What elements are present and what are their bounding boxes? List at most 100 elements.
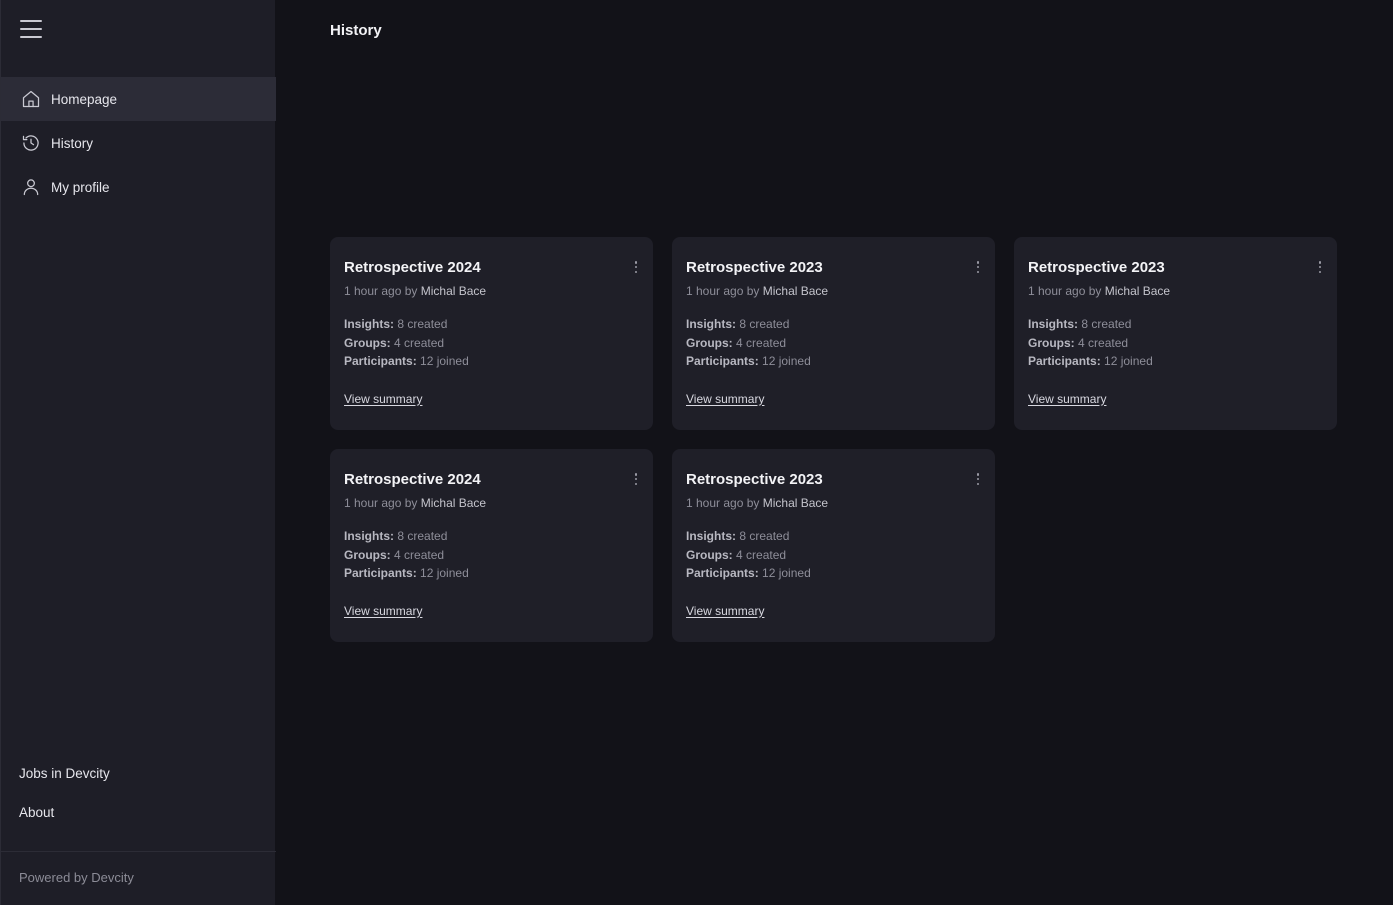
hamburger-menu-icon[interactable] bbox=[20, 19, 42, 39]
home-icon bbox=[20, 88, 42, 110]
card-author: Michal Bace bbox=[420, 496, 487, 510]
stat-value: 4 created bbox=[394, 547, 445, 562]
participants-stat: Participants: 12 joined bbox=[344, 352, 639, 371]
retrospective-card: Retrospective 2023 1 hour ago by Michal … bbox=[1014, 237, 1337, 430]
card-meta: 1 hour ago by Michal Bace bbox=[1028, 283, 1323, 299]
card-title: Retrospective 2024 bbox=[344, 471, 481, 488]
card-stats: Insights: 8 created Groups: 4 created Pa… bbox=[344, 527, 639, 583]
card-author: Michal Bace bbox=[762, 496, 829, 510]
card-title: Retrospective 2024 bbox=[344, 259, 481, 276]
stat-value: 12 joined bbox=[420, 566, 469, 580]
stat-label: Participants: bbox=[344, 566, 417, 580]
card-time: 1 hour ago by bbox=[344, 284, 418, 298]
stat-label: Insights: bbox=[686, 529, 736, 543]
stat-value: 12 joined bbox=[1104, 354, 1153, 368]
stat-label: Participants: bbox=[1028, 354, 1101, 368]
card-title: Retrospective 2023 bbox=[686, 259, 823, 276]
app-root: Homepage History My profile Jobs in Devc… bbox=[0, 0, 1393, 905]
groups-stat: Groups: 4 created bbox=[344, 334, 639, 353]
stat-label: Insights: bbox=[1028, 317, 1078, 331]
card-stats: Insights: 8 created Groups: 4 created Pa… bbox=[1028, 315, 1323, 371]
stat-label: Insights: bbox=[344, 317, 394, 331]
card-title: Retrospective 2023 bbox=[686, 471, 823, 488]
participants-stat: Participants: 12 joined bbox=[686, 352, 981, 371]
stat-value: 8 created bbox=[739, 529, 790, 543]
stat-value: 4 created bbox=[394, 335, 445, 350]
view-summary-link[interactable]: View summary bbox=[686, 604, 764, 618]
stat-value: 4 created bbox=[736, 547, 787, 562]
sidebar-item-label: History bbox=[51, 135, 94, 151]
stat-value: 12 joined bbox=[420, 354, 469, 368]
stat-label: Groups: bbox=[686, 547, 733, 562]
stat-label: Groups: bbox=[1028, 335, 1075, 350]
more-options-icon[interactable] bbox=[973, 471, 983, 487]
more-options-icon[interactable] bbox=[631, 471, 641, 487]
card-stats: Insights: 8 created Groups: 4 created Pa… bbox=[344, 315, 639, 371]
retrospective-card: Retrospective 2023 1 hour ago by Michal … bbox=[672, 237, 995, 430]
view-summary-link[interactable]: View summary bbox=[344, 604, 422, 618]
sidebar-item-label: My profile bbox=[51, 179, 110, 195]
groups-stat: Groups: 4 created bbox=[686, 334, 981, 353]
participants-stat: Participants: 12 joined bbox=[344, 564, 639, 583]
retrospective-card: Retrospective 2024 1 hour ago by Michal … bbox=[330, 449, 653, 642]
page-title: History bbox=[330, 22, 382, 39]
sidebar-item-history[interactable]: History bbox=[1, 121, 276, 165]
stat-value: 12 joined bbox=[762, 566, 811, 580]
retrospective-card: Retrospective 2023 1 hour ago by Michal … bbox=[672, 449, 995, 642]
stat-value: 4 created bbox=[1078, 335, 1129, 350]
card-time: 1 hour ago by bbox=[1028, 284, 1102, 298]
sidebar-nav: Homepage History My profile bbox=[1, 77, 276, 209]
card-time: 1 hour ago by bbox=[686, 496, 760, 510]
card-meta: 1 hour ago by Michal Bace bbox=[686, 283, 981, 299]
sidebar-item-my-profile[interactable]: My profile bbox=[1, 165, 276, 209]
retrospective-card: Retrospective 2024 1 hour ago by Michal … bbox=[330, 237, 653, 430]
view-summary-link[interactable]: View summary bbox=[344, 392, 422, 406]
sidebar: Homepage History My profile Jobs in Devc… bbox=[0, 0, 276, 905]
stat-value: 8 created bbox=[1081, 317, 1132, 331]
stat-label: Groups: bbox=[344, 335, 391, 350]
card-time: 1 hour ago by bbox=[686, 284, 760, 298]
card-stats: Insights: 8 created Groups: 4 created Pa… bbox=[686, 527, 981, 583]
insights-stat: Insights: 8 created bbox=[686, 527, 981, 546]
more-options-icon[interactable] bbox=[1315, 259, 1325, 275]
card-stats: Insights: 8 created Groups: 4 created Pa… bbox=[686, 315, 981, 371]
card-meta: 1 hour ago by Michal Bace bbox=[344, 495, 639, 511]
stat-value: 12 joined bbox=[762, 354, 811, 368]
stat-value: 8 created bbox=[397, 317, 448, 331]
groups-stat: Groups: 4 created bbox=[1028, 334, 1323, 353]
retrospective-cards-grid: Retrospective 2024 1 hour ago by Michal … bbox=[330, 237, 1338, 642]
stat-value: 4 created bbox=[736, 335, 787, 350]
participants-stat: Participants: 12 joined bbox=[1028, 352, 1323, 371]
sidebar-item-homepage[interactable]: Homepage bbox=[1, 77, 276, 121]
insights-stat: Insights: 8 created bbox=[1028, 315, 1323, 334]
card-author: Michal Bace bbox=[762, 284, 829, 298]
card-time: 1 hour ago by bbox=[344, 496, 418, 510]
more-options-icon[interactable] bbox=[973, 259, 983, 275]
stat-label: Insights: bbox=[344, 529, 394, 543]
jobs-link[interactable]: Jobs in Devcity bbox=[19, 764, 110, 784]
card-meta: 1 hour ago by Michal Bace bbox=[344, 283, 639, 299]
groups-stat: Groups: 4 created bbox=[686, 546, 981, 565]
view-summary-link[interactable]: View summary bbox=[1028, 392, 1106, 406]
view-summary-link[interactable]: View summary bbox=[686, 392, 764, 406]
stat-label: Participants: bbox=[686, 566, 759, 580]
card-author: Michal Bace bbox=[1104, 284, 1171, 298]
stat-value: 8 created bbox=[739, 317, 790, 331]
stat-label: Groups: bbox=[686, 335, 733, 350]
groups-stat: Groups: 4 created bbox=[344, 546, 639, 565]
stat-value: 8 created bbox=[397, 529, 448, 543]
more-options-icon[interactable] bbox=[631, 259, 641, 275]
card-title: Retrospective 2023 bbox=[1028, 259, 1165, 276]
participants-stat: Participants: 12 joined bbox=[686, 564, 981, 583]
stat-label: Participants: bbox=[344, 354, 417, 368]
stat-label: Groups: bbox=[344, 547, 391, 562]
about-link[interactable]: About bbox=[19, 803, 110, 823]
history-icon bbox=[20, 132, 42, 154]
card-meta: 1 hour ago by Michal Bace bbox=[686, 495, 981, 511]
insights-stat: Insights: 8 created bbox=[344, 527, 639, 546]
card-author: Michal Bace bbox=[420, 284, 487, 298]
sidebar-footer-links: Jobs in Devcity About bbox=[19, 764, 110, 842]
sidebar-item-label: Homepage bbox=[51, 91, 118, 107]
insights-stat: Insights: 8 created bbox=[344, 315, 639, 334]
stat-label: Participants: bbox=[686, 354, 759, 368]
